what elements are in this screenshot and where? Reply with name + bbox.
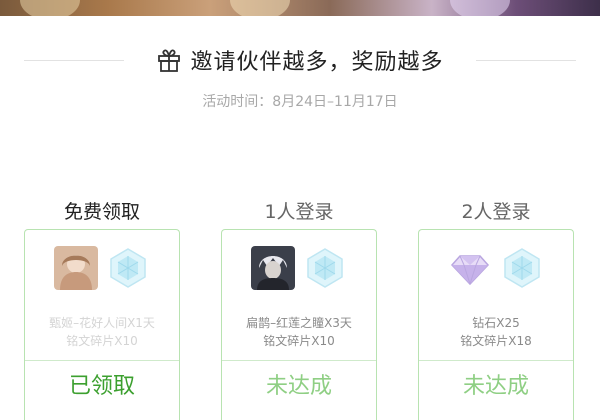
banner-glow [20,0,80,16]
skin-avatar-icon [54,246,98,290]
title-divider-left [24,60,124,61]
top-banner [0,0,600,16]
diamond-icon [448,246,492,290]
claim-status: 未达成 [265,374,332,399]
banner-glow [230,0,290,16]
claim-status: 已领取 [68,374,135,399]
card-divider [419,360,573,361]
reward-line-1: 扁鹊–红莲之瞳X3天 [246,316,352,330]
skin-avatar-icon [251,246,295,290]
reward-column-free: 免费领取 甄姬–花好人间X1天 铭文碎片X10 已领取 [24,196,180,420]
reward-heading: 1人登录 [264,201,334,223]
reward-heading: 免费领取 [63,201,140,223]
reward-card-1-login[interactable]: 扁鹊–红莲之瞳X3天 铭文碎片X10 未达成 [221,229,377,420]
reward-column-1-login: 1人登录 扁鹊–红莲之瞳X3天 铭文碎片X10 未达成 [221,196,377,420]
reward-description: 钻石X25 铭文碎片X18 [419,314,573,350]
title-row: 邀请伙伴越多，奖励越多 [0,40,600,80]
title-divider-right [476,60,576,61]
reward-heading: 2人登录 [461,201,531,223]
reward-line-2: 铭文碎片X10 [66,334,138,348]
page-title: 邀请伙伴越多，奖励越多 [190,50,444,75]
reward-line-1: 钻石X25 [472,316,520,330]
card-divider [222,360,376,361]
reward-line-2: 铭文碎片X10 [263,334,335,348]
crystal-hexagon-icon [106,246,150,290]
banner-glow [450,0,510,16]
crystal-hexagon-icon [500,246,544,290]
reward-description: 甄姬–花好人间X1天 铭文碎片X10 [25,314,179,350]
reward-line-2: 铭文碎片X18 [460,334,532,348]
reward-line-1: 甄姬–花好人间X1天 [49,316,155,330]
reward-cards: 免费领取 甄姬–花好人间X1天 铭文碎片X10 已领取 1人登录 扁鹊–红莲之瞳… [0,196,600,420]
reward-description: 扁鹊–红莲之瞳X3天 铭文碎片X10 [222,314,376,350]
gift-icon [156,47,182,73]
reward-card-2-login[interactable]: 钻石X25 铭文碎片X18 未达成 [418,229,574,420]
crystal-hexagon-icon [303,246,347,290]
reward-card-free[interactable]: 甄姬–花好人间X1天 铭文碎片X10 已领取 [24,229,180,420]
reward-column-2-login: 2人登录 钻石X25 铭文碎片X18 未达成 [418,196,574,420]
claim-status: 未达成 [462,374,529,399]
event-period: 活动时间：8月24日–11月17日 [202,94,398,110]
card-divider [25,360,179,361]
